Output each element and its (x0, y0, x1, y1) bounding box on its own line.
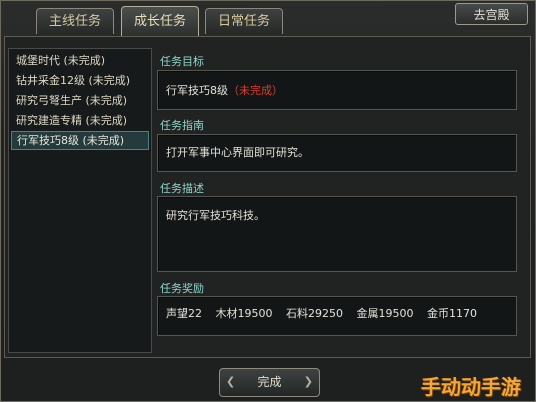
quest-list-item[interactable]: 钻井采金12级 (未完成) (11, 71, 149, 90)
reward-stone: 石料29250 (286, 307, 343, 320)
tab-growth-quests[interactable]: 成长任务 (121, 6, 199, 36)
quest-list-item-selected[interactable]: 行军技巧8级 (未完成) (11, 131, 149, 150)
go-to-palace-button[interactable]: 去宫殿 (455, 3, 528, 25)
reward-metal: 金属19500 (356, 307, 414, 320)
goal-heading: 任务目标 (160, 55, 204, 68)
reward-wood: 木材19500 (215, 307, 273, 320)
reward-gold: 金币1170 (427, 307, 477, 320)
guide-text: 打开军事中心界面即可研究。 (166, 146, 309, 159)
guide-box: 打开军事中心界面即可研究。 (157, 134, 517, 172)
complete-button-label: 完成 (257, 375, 282, 389)
ornament-right-icon: ❯ (303, 375, 313, 388)
quest-list-item[interactable]: 城堡时代 (未完成) (11, 51, 149, 70)
rewards-heading: 任务奖励 (160, 282, 204, 295)
quest-list-item[interactable]: 研究建造专精 (未完成) (11, 111, 149, 130)
quest-list-item[interactable]: 研究弓弩生产 (未完成) (11, 91, 149, 110)
watermark-logo: 手动动手游 (421, 375, 521, 399)
rewards-list: 声望22 木材19500 石料29250 金属19500 金币1170 (166, 305, 487, 321)
ornament-left-icon: ❮ (226, 375, 236, 388)
goal-text: 行军技巧8级（未完成） (166, 82, 283, 98)
reward-prestige: 声望22 (166, 307, 202, 320)
goal-box: 行军技巧8级（未完成） (157, 70, 517, 110)
goal-target: 行军技巧8级 (166, 84, 228, 97)
quest-list: 城堡时代 (未完成) 钻井采金12级 (未完成) 研究弓弩生产 (未完成) 研究… (8, 48, 152, 353)
rewards-box: 声望22 木材19500 石料29250 金属19500 金币1170 (157, 296, 517, 336)
complete-button[interactable]: ❮ 完成 ❯ (219, 368, 320, 397)
goal-status: （未完成） (228, 84, 283, 97)
description-text: 研究行军技巧科技。 (166, 209, 265, 222)
guide-heading: 任务指南 (160, 119, 204, 132)
description-heading: 任务描述 (160, 182, 204, 195)
description-box: 研究行军技巧科技。 (157, 196, 517, 272)
tab-daily-quests[interactable]: 日常任务 (205, 8, 283, 34)
tab-main-quests[interactable]: 主线任务 (36, 8, 114, 34)
